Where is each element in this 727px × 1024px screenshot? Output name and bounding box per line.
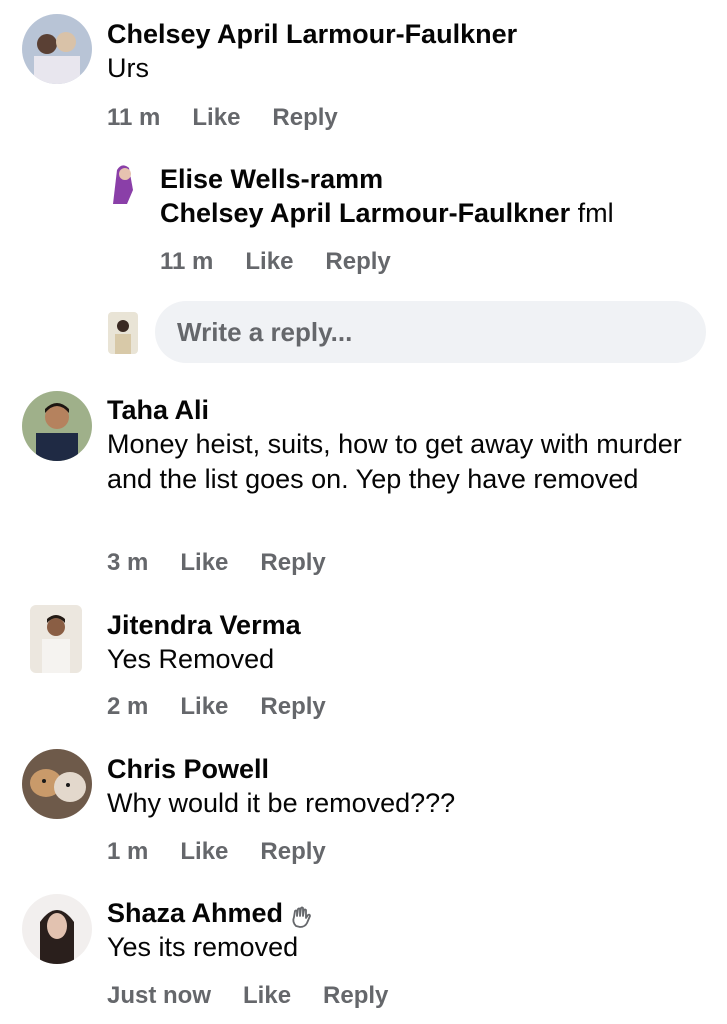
comment-timestamp[interactable]: Just now (107, 982, 211, 1010)
reply-input[interactable] (155, 301, 706, 363)
comment-timestamp[interactable]: 1 m (107, 838, 148, 866)
like-button[interactable]: Like (192, 104, 240, 132)
reply-button[interactable]: Reply (325, 248, 390, 276)
reply-button[interactable]: Reply (260, 693, 325, 721)
comment-author[interactable]: Shaza Ahmed (107, 896, 707, 930)
avatar[interactable] (22, 894, 92, 964)
comment-author[interactable]: Taha Ali (107, 393, 707, 427)
like-button[interactable]: Like (180, 549, 228, 577)
reply-button[interactable]: Reply (272, 104, 337, 132)
like-button[interactable]: Like (245, 248, 293, 276)
reply-text-content: fml (570, 198, 614, 228)
comment-text: Yes Removed (107, 644, 275, 674)
reply-button[interactable]: Reply (260, 838, 325, 866)
comment-author-name[interactable]: Shaza Ahmed (107, 898, 283, 928)
comment-timestamp[interactable]: 3 m (107, 549, 148, 577)
comment-text: Urs (107, 53, 149, 83)
reply-input-box[interactable] (155, 301, 706, 363)
avatar[interactable] (30, 605, 82, 673)
reply-text: Chelsey April Larmour-Faulkner fml (160, 196, 720, 231)
avatar[interactable] (22, 14, 92, 84)
avatar[interactable] (22, 391, 92, 461)
like-button[interactable]: Like (180, 693, 228, 721)
mention-link[interactable]: Chelsey April Larmour-Faulkner (160, 198, 570, 228)
wave-hand-icon (289, 903, 313, 928)
comment-text: Yes its removed (107, 932, 299, 962)
comment-author[interactable]: Chelsey April Larmour-Faulkner (107, 17, 707, 51)
comment-text: Money heist, suits, how to get away with… (107, 429, 682, 494)
like-button[interactable]: Like (243, 982, 291, 1010)
comment-text: Why would it be removed??? (107, 788, 456, 818)
reply-button[interactable]: Reply (260, 549, 325, 577)
reply-button[interactable]: Reply (323, 982, 388, 1010)
comment-author[interactable]: Chris Powell (107, 752, 707, 786)
like-button[interactable]: Like (180, 838, 228, 866)
comment-timestamp[interactable]: 11 m (107, 104, 160, 132)
avatar[interactable] (22, 749, 92, 819)
avatar[interactable] (107, 160, 137, 204)
reply-author[interactable]: Elise Wells-ramm (160, 162, 720, 196)
current-user-avatar (108, 312, 138, 354)
comment-timestamp[interactable]: 11 m (160, 248, 213, 276)
comment-author[interactable]: Jitendra Verma (107, 608, 707, 642)
comment-timestamp[interactable]: 2 m (107, 693, 148, 721)
